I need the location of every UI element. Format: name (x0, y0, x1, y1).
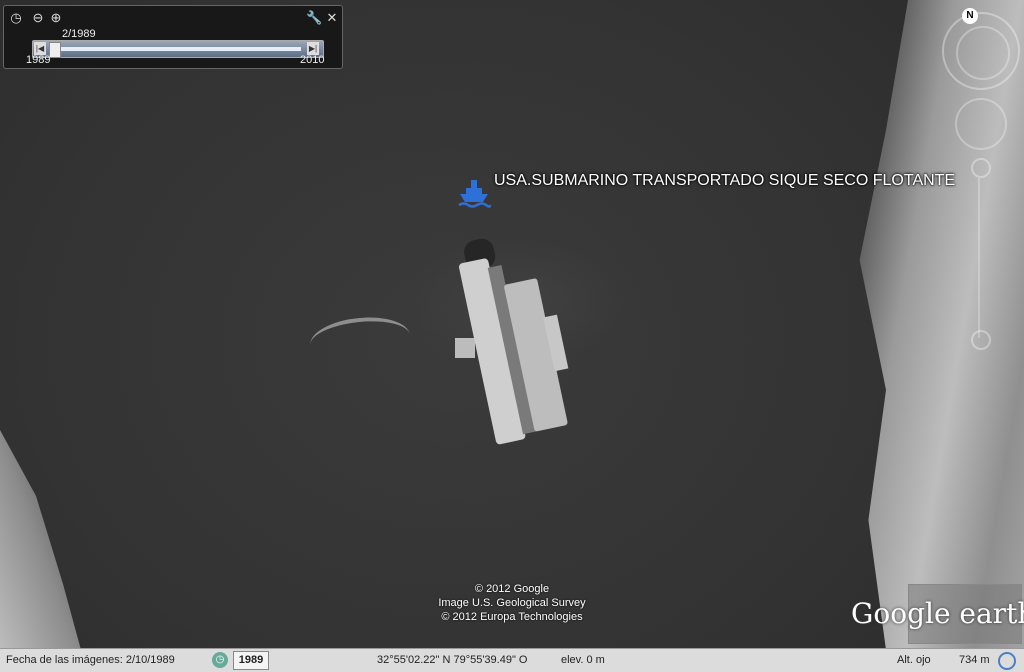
zoom-out-control[interactable] (971, 330, 991, 350)
slider-min-year: 1989 (26, 54, 51, 66)
streaming-icon (998, 652, 1016, 670)
compass-ring[interactable] (942, 12, 1020, 90)
eye-alt-label: Alt. ojo (897, 654, 931, 666)
zoom-slider[interactable] (971, 158, 991, 350)
google-earth-logo: Google earth (851, 584, 1024, 644)
slider-current-date: 2/1989 (62, 28, 96, 40)
look-joystick[interactable] (955, 98, 1007, 150)
north-indicator[interactable]: N (962, 8, 978, 24)
time-slider-thumb[interactable] (49, 42, 61, 58)
historical-year-button[interactable]: 1989 (233, 651, 269, 670)
eye-alt-value: 734 m (959, 654, 990, 666)
time-slider-panel: ◷ ⊖ ⊕ 🔧 ✕ 2/1989 |◀ ▶| 1989 2010 (3, 5, 343, 69)
floating-dry-dock (452, 235, 587, 450)
status-bar: Fecha de las imágenes: 2/10/1989 ◷ 1989 … (0, 648, 1024, 672)
imagery-date: Fecha de las imágenes: 2/10/1989 (6, 654, 175, 666)
zoom-in-icon[interactable]: ⊕ (48, 10, 64, 26)
placemark-label[interactable]: USA.SUBMARINO TRANSPORTADO SIQUE SECO FL… (494, 172, 955, 190)
time-slider-track[interactable]: |◀ ▶| (32, 40, 324, 58)
map-attribution: © 2012 Google Image U.S. Geological Surv… (438, 583, 586, 623)
wrench-icon[interactable]: 🔧 (306, 10, 322, 26)
clock-icon[interactable]: ◷ (8, 10, 24, 26)
coordinates-readout: 32°55'02.22" N 79°55'39.49" O (377, 654, 528, 666)
zoom-out-icon[interactable]: ⊖ (30, 10, 46, 26)
shoreline-right (859, 0, 1024, 650)
boat-wake (307, 312, 413, 368)
close-icon[interactable]: ✕ (324, 10, 340, 26)
historical-imagery-icon[interactable]: ◷ (212, 652, 228, 668)
zoom-in-control[interactable] (971, 158, 991, 178)
shoreline-left (0, 430, 81, 650)
elevation-readout: elev. 0 m (561, 654, 605, 666)
slider-max-year: 2010 (300, 54, 325, 66)
map-view[interactable]: USA.SUBMARINO TRANSPORTADO SIQUE SECO FL… (0, 0, 1024, 671)
ship-icon[interactable] (456, 176, 492, 210)
